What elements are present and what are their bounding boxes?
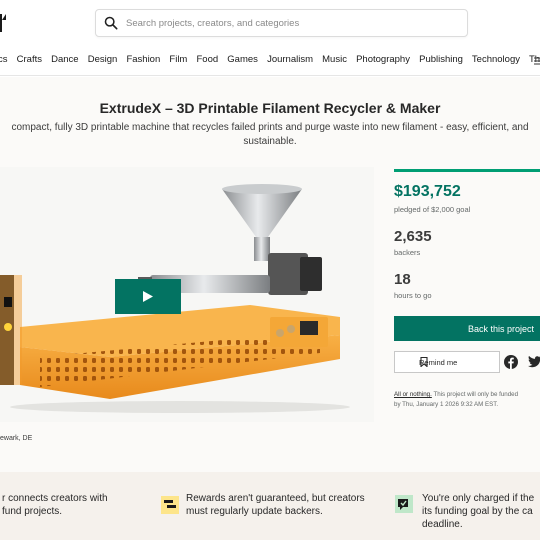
- category-link-publishing[interactable]: Publishing: [419, 54, 463, 65]
- info-text-line: deadline.: [422, 519, 463, 530]
- facebook-icon[interactable]: [504, 355, 518, 369]
- project-video[interactable]: [0, 167, 374, 422]
- info-item-rewards: Rewards aren't guaranteed, but creators …: [186, 492, 365, 518]
- project-blurb: compact, fully 3D printable machine that…: [0, 121, 540, 149]
- info-text-line: Rewards aren't guaranteed, but creators: [186, 493, 365, 504]
- category-nav: cs Crafts Dance Design Fashion Film Food…: [0, 54, 540, 68]
- category-link-film[interactable]: Film: [169, 54, 187, 65]
- time-remaining-label: hours to go: [394, 291, 432, 300]
- all-or-nothing-link[interactable]: All or nothing.: [394, 391, 432, 398]
- pledged-goal-text: pledged of $2,000 goal: [394, 205, 471, 214]
- play-button[interactable]: [115, 279, 181, 314]
- search-bar[interactable]: Search projects, creators, and categorie…: [95, 9, 468, 37]
- rewards-flag-icon: [161, 496, 179, 514]
- backers-label: backers: [394, 248, 421, 257]
- category-link[interactable]: cs: [0, 54, 8, 65]
- project-title: ExtrudeX – 3D Printable Filament Recycle…: [99, 100, 441, 116]
- project-location[interactable]: ewark, DE: [0, 435, 32, 442]
- search-icon: [104, 16, 118, 30]
- kickstarter-logo-icon[interactable]: [0, 12, 6, 34]
- time-remaining: 18: [394, 271, 411, 288]
- category-link-journalism[interactable]: Journalism: [267, 54, 313, 65]
- category-link-dance[interactable]: Dance: [51, 54, 78, 65]
- info-text-line: fund projects.: [2, 506, 63, 517]
- pledged-amount: $193,752: [394, 183, 461, 200]
- category-link-technology[interactable]: Technology: [472, 54, 520, 65]
- category-link-games[interactable]: Games: [227, 54, 258, 65]
- charge-shield-icon: [395, 495, 413, 513]
- category-link-crafts[interactable]: Crafts: [17, 54, 42, 65]
- info-item-connects: r connects creators with fund projects.: [2, 492, 108, 518]
- project-blurb-line: sustainable.: [243, 136, 297, 147]
- category-link-music[interactable]: Music: [322, 54, 347, 65]
- remind-me-button[interactable]: Remind me: [394, 351, 500, 373]
- all-or-nothing-note: All or nothing. This project will only b…: [394, 390, 540, 410]
- search-input[interactable]: Search projects, creators, and categorie…: [126, 18, 299, 29]
- play-icon: [143, 291, 153, 302]
- info-text-line: its funding goal by the ca: [422, 506, 533, 517]
- machine-image: [0, 167, 374, 422]
- twitter-icon[interactable]: [527, 356, 540, 368]
- back-project-button[interactable]: Back this project: [394, 316, 540, 341]
- category-link-photography[interactable]: Photography: [356, 54, 410, 65]
- category-link-fashion[interactable]: Fashion: [126, 54, 160, 65]
- info-text-line: r connects creators with: [2, 493, 108, 504]
- top-navigation: Search projects, creators, and categorie…: [0, 0, 540, 76]
- funding-progress-bar: [394, 169, 540, 172]
- funding-deadline-text: by Thu, January 1 2026 9:32 AM EST.: [394, 401, 499, 408]
- menu-icon[interactable]: [534, 56, 540, 66]
- all-or-nothing-text: This project will only be funded: [431, 391, 519, 398]
- backers-count: 2,635: [394, 228, 432, 245]
- info-item-charged: You're only charged if the its funding g…: [422, 492, 534, 531]
- info-text-line: You're only charged if the: [422, 493, 535, 504]
- info-text-line: must regularly update backers.: [186, 506, 323, 517]
- category-link-food[interactable]: Food: [197, 54, 219, 65]
- project-blurb-line: compact, fully 3D printable machine that…: [11, 122, 529, 133]
- bookmark-icon: [420, 357, 428, 367]
- category-link-design[interactable]: Design: [88, 54, 118, 65]
